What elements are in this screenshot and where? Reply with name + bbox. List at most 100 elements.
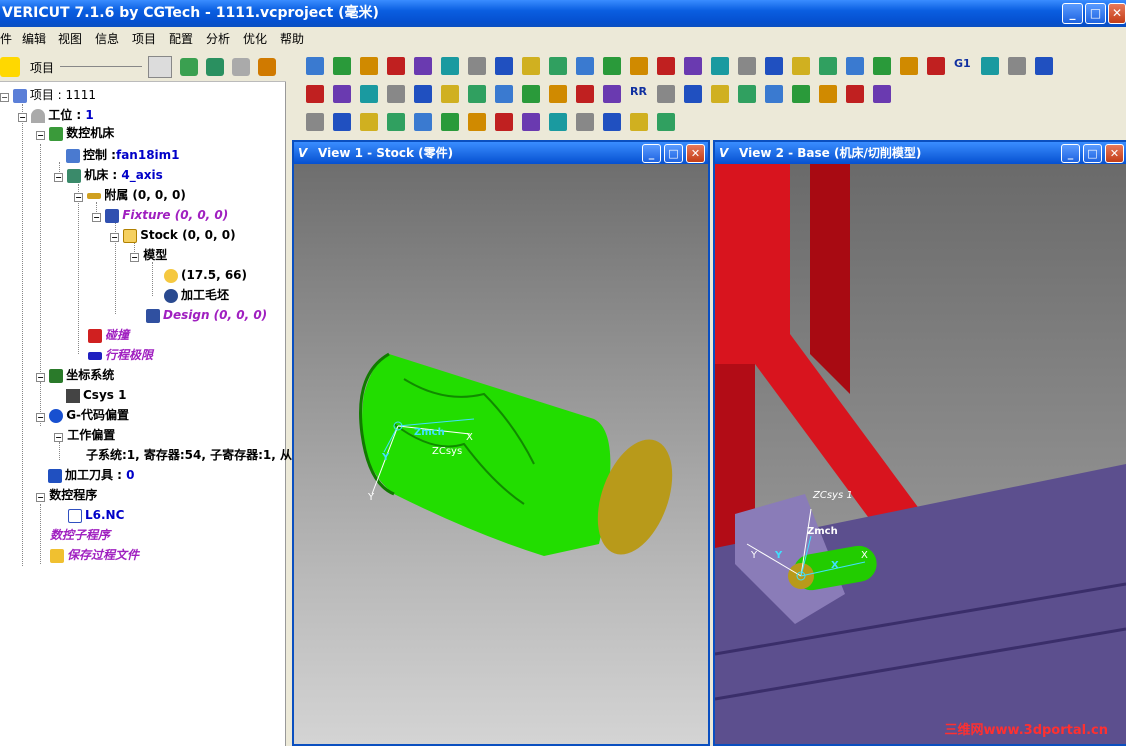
collapse-toggle[interactable]: − <box>92 213 101 222</box>
toolbar-button-2-5-icon[interactable] <box>441 113 459 131</box>
toolbar-button-0-9-icon[interactable] <box>549 57 567 75</box>
tree-nc-programs[interactable]: − 数控程序 <box>36 486 97 504</box>
toolbar-button-1-9-icon[interactable] <box>549 85 567 103</box>
tree-stock-model[interactable]: 加工毛坯 <box>164 286 229 304</box>
toolbar-button-1-5-icon[interactable] <box>441 85 459 103</box>
toolbar-button-2-11-icon[interactable] <box>603 113 621 131</box>
tree-work-offsets[interactable]: − 工作偏置 <box>54 426 115 444</box>
toolbar-button-2-2-icon[interactable] <box>360 113 378 131</box>
collapse-toggle[interactable]: − <box>130 253 139 262</box>
toolbar-button-0-0-icon[interactable] <box>306 57 324 75</box>
toolbar-button-0-18-icon[interactable] <box>792 57 810 75</box>
toolbar-button-2-7-icon[interactable] <box>495 113 513 131</box>
toolbar-button-1-8-icon[interactable] <box>522 85 540 103</box>
tree-stock[interactable]: − Stock (0, 0, 0) <box>110 226 236 244</box>
tree-attach[interactable]: − 附属 (0, 0, 0) <box>74 186 186 204</box>
toolbar-button-2-4-icon[interactable] <box>414 113 432 131</box>
toolbar-button-0-19-icon[interactable] <box>819 57 837 75</box>
tree-tool-4-icon[interactable] <box>258 58 276 76</box>
tree-tool-1-icon[interactable] <box>180 58 198 76</box>
toolbar-button-0-15-icon[interactable] <box>711 57 729 75</box>
toolbar-button-2-9-icon[interactable] <box>549 113 567 131</box>
collapse-toggle[interactable]: − <box>54 433 63 442</box>
toolbar-button-0-11-icon[interactable] <box>603 57 621 75</box>
toolbar-button-2-3-icon[interactable] <box>387 113 405 131</box>
menu-file[interactable]: 件 <box>0 30 12 47</box>
menu-optimize[interactable]: 优化 <box>243 30 267 47</box>
toolbar-button-0-26-icon[interactable] <box>1008 57 1026 75</box>
close-button[interactable]: ✕ <box>1108 3 1126 24</box>
toolbar-button-1-2-icon[interactable] <box>360 85 378 103</box>
tree-machine[interactable]: − 机床 : 4_axis <box>54 166 163 184</box>
toolbar-button-1-16-icon[interactable] <box>738 85 756 103</box>
toolbar-button-0-4-icon[interactable] <box>414 57 432 75</box>
toolbar-button-1-15-icon[interactable] <box>711 85 729 103</box>
view-1-maximize-button[interactable]: □ <box>664 144 683 163</box>
collapse-toggle[interactable]: − <box>110 233 119 242</box>
toolbar-button-1-21-icon[interactable] <box>873 85 891 103</box>
collapse-toggle[interactable]: − <box>36 373 45 382</box>
tree-save-process[interactable]: 保存过程文件 <box>50 546 139 564</box>
collapse-toggle[interactable]: − <box>54 173 63 182</box>
toolbar-button-2-12-icon[interactable] <box>630 113 648 131</box>
toolbar-button-0-16-icon[interactable] <box>738 57 756 75</box>
toolbar-button-0-6-icon[interactable] <box>468 57 486 75</box>
toolbar-button-0-14-icon[interactable] <box>684 57 702 75</box>
tree-fixture[interactable]: − Fixture (0, 0, 0) <box>92 206 228 224</box>
toolbar-button-1-10-icon[interactable] <box>576 85 594 103</box>
tree-collision[interactable]: 碰撞 <box>88 326 129 344</box>
tree-control[interactable]: 控制 :fan18im1 <box>66 146 180 164</box>
toolbar-button-2-10-icon[interactable] <box>576 113 594 131</box>
toolbar-button-1-7-icon[interactable] <box>495 85 513 103</box>
tree-tools[interactable]: 加工刀具 : 0 <box>48 466 135 484</box>
toolbar-button-0-22-icon[interactable] <box>900 57 918 75</box>
toolbar-button-0-20-icon[interactable] <box>846 57 864 75</box>
toolbar-button-1-13-icon[interactable] <box>657 85 675 103</box>
toolbar-button-2-8-icon[interactable] <box>522 113 540 131</box>
view-1-viewport[interactable]: Zmch Y Y X ZCsys <box>294 164 708 744</box>
toolbar-button-1-12-icon[interactable]: RR <box>630 85 648 103</box>
view-1-close-button[interactable]: ✕ <box>686 144 705 163</box>
menu-project[interactable]: 项目 <box>132 30 156 47</box>
tree-setup[interactable]: − 工位 : 1 <box>18 106 94 124</box>
tree-project[interactable]: − 项目 : 1111 <box>0 86 96 104</box>
toolbar-button-1-14-icon[interactable] <box>684 85 702 103</box>
tree-model[interactable]: − 模型 <box>130 246 167 264</box>
menu-config[interactable]: 配置 <box>169 30 193 47</box>
toolbar-button-2-0-icon[interactable] <box>306 113 324 131</box>
tree-offset-detail[interactable]: 子系统:1, 寄存器:54, 子寄存器:1, 从 <box>86 446 292 464</box>
properties-button[interactable] <box>148 56 172 78</box>
tree-program-file[interactable]: L6.NC <box>68 506 124 524</box>
toolbar-button-1-4-icon[interactable] <box>414 85 432 103</box>
toolbar-button-1-0-icon[interactable] <box>306 85 324 103</box>
toolbar-button-1-19-icon[interactable] <box>819 85 837 103</box>
menu-edit[interactable]: 编辑 <box>22 30 46 47</box>
collapse-toggle[interactable]: − <box>0 93 9 102</box>
menu-info[interactable]: 信息 <box>95 30 119 47</box>
tree-nc-machine[interactable]: − 数控机床 <box>36 124 114 142</box>
collapse-toggle[interactable]: − <box>74 193 83 202</box>
collapse-toggle[interactable]: − <box>36 413 45 422</box>
tree-nc-subroutines[interactable]: 数控子程序 <box>50 526 110 544</box>
tree-csys[interactable]: − 坐标系统 <box>36 366 114 384</box>
tree-tool-2-icon[interactable] <box>206 58 224 76</box>
toolbar-button-1-1-icon[interactable] <box>333 85 351 103</box>
toolbar-button-2-1-icon[interactable] <box>333 113 351 131</box>
toolbar-button-0-10-icon[interactable] <box>576 57 594 75</box>
tree-travel-limits[interactable]: 行程极限 <box>88 346 153 364</box>
toolbar-button-0-24-icon[interactable]: G1 <box>954 57 972 75</box>
toolbar-button-1-20-icon[interactable] <box>846 85 864 103</box>
toolbar-button-0-13-icon[interactable] <box>657 57 675 75</box>
tree-design[interactable]: Design (0, 0, 0) <box>146 306 267 324</box>
toolbar-button-0-2-icon[interactable] <box>360 57 378 75</box>
toolbar-button-0-17-icon[interactable] <box>765 57 783 75</box>
toolbar-button-1-6-icon[interactable] <box>468 85 486 103</box>
toolbar-button-0-1-icon[interactable] <box>333 57 351 75</box>
toolbar-button-0-23-icon[interactable] <box>927 57 945 75</box>
toolbar-button-0-8-icon[interactable] <box>522 57 540 75</box>
toolbar-button-1-17-icon[interactable] <box>765 85 783 103</box>
toolbar-button-2-13-icon[interactable] <box>657 113 675 131</box>
view-2-close-button[interactable]: ✕ <box>1105 144 1124 163</box>
view-2-maximize-button[interactable]: □ <box>1083 144 1102 163</box>
tree-gcode-offsets[interactable]: − G-代码偏置 <box>36 406 129 424</box>
